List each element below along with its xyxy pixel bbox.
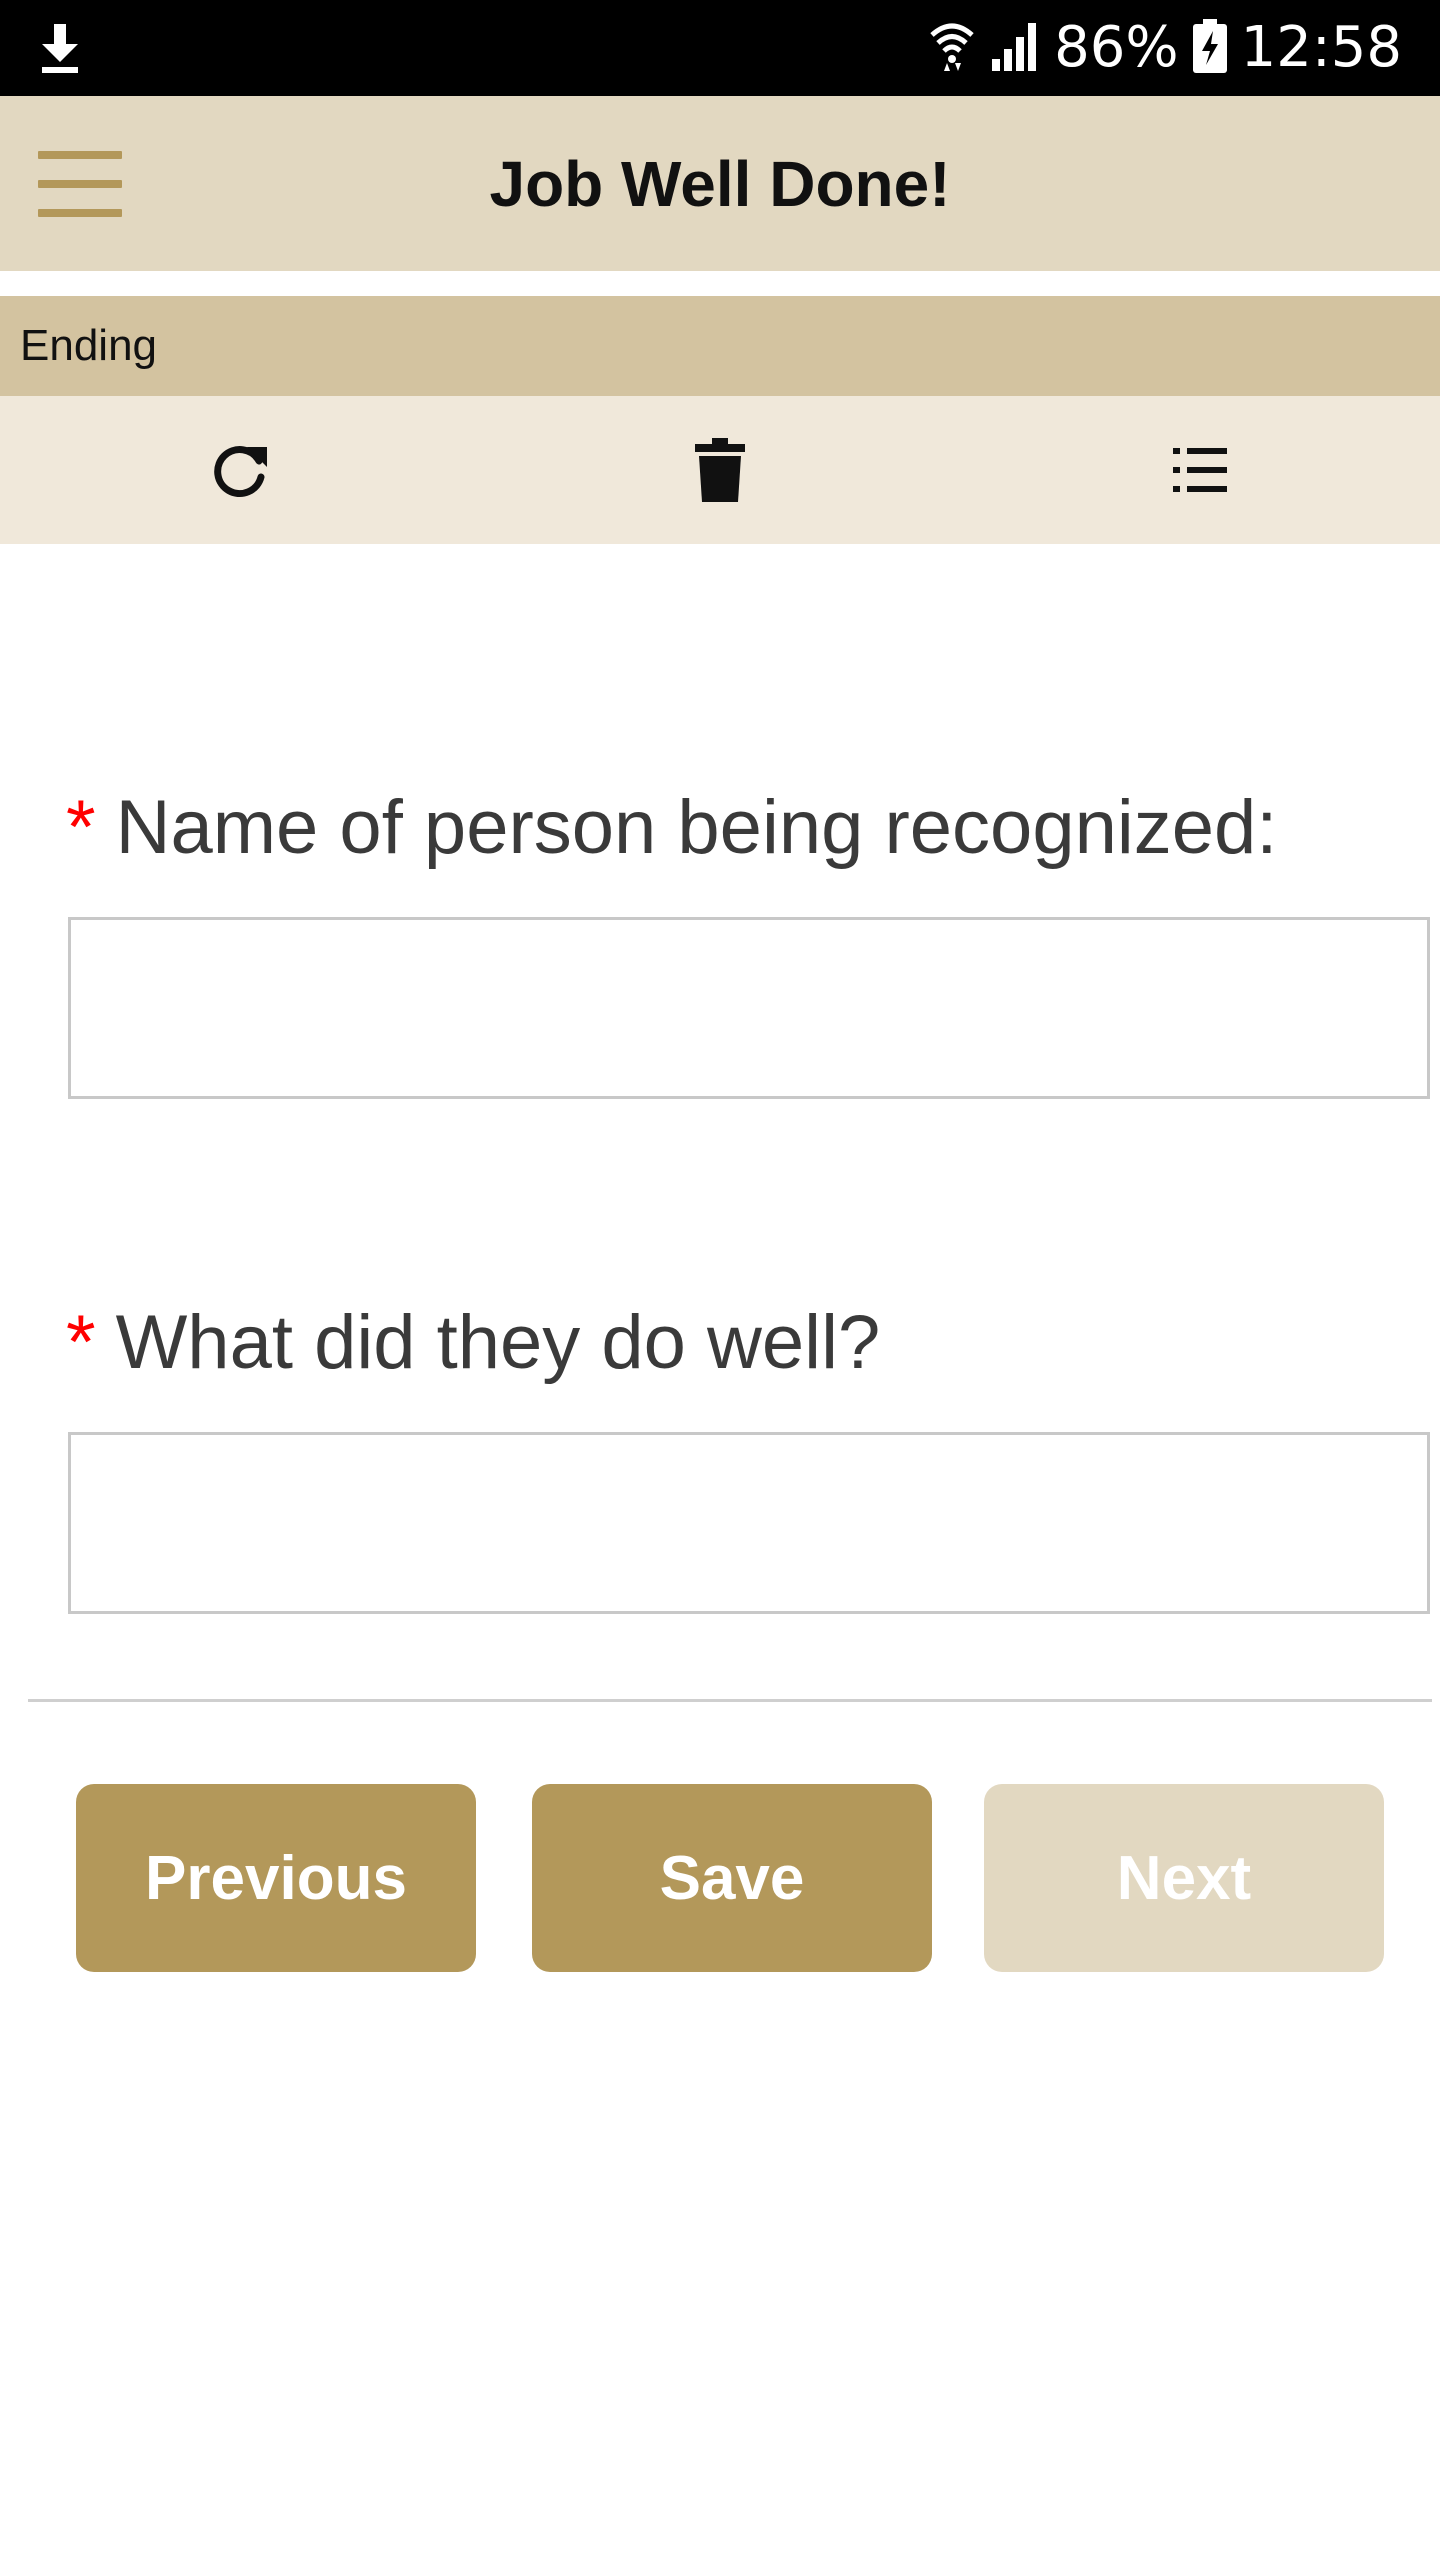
clock: 12:58 — [1240, 15, 1402, 80]
battery-charging-icon — [1192, 18, 1227, 78]
did-well-input[interactable] — [68, 1432, 1430, 1614]
required-marker: * — [66, 1300, 96, 1385]
hamburger-menu-icon[interactable] — [38, 151, 122, 217]
field-label-name: * Name of person being recognized: — [66, 790, 1277, 866]
battery-percent: 86% — [1054, 15, 1179, 80]
next-button[interactable]: Next — [984, 1784, 1384, 1972]
field-label-text: Name of person being recognized: — [115, 785, 1278, 870]
section-label: Ending — [20, 321, 158, 370]
status-bar: 86% 12:58 — [0, 0, 1440, 96]
section-header: Ending — [0, 296, 1440, 396]
save-button[interactable]: Save — [532, 1784, 932, 1972]
form-toolbar — [0, 396, 1440, 544]
required-marker: * — [66, 785, 96, 870]
signal-icon — [990, 21, 1040, 76]
app-bar: Job Well Done! — [0, 96, 1440, 271]
field-label-text: What did they do well? — [115, 1300, 881, 1385]
field-label-did-well: * What did they do well? — [66, 1305, 880, 1381]
divider — [28, 1699, 1432, 1702]
previous-button[interactable]: Previous — [76, 1784, 476, 1972]
status-indicators: 86% 12:58 — [928, 0, 1402, 96]
refresh-icon[interactable] — [180, 396, 300, 544]
download-icon — [38, 24, 82, 74]
trash-icon[interactable] — [660, 396, 780, 544]
recognized-name-input[interactable] — [68, 917, 1430, 1099]
page-title: Job Well Done! — [489, 147, 951, 220]
wifi-icon — [928, 21, 976, 76]
list-icon[interactable] — [1140, 396, 1260, 544]
